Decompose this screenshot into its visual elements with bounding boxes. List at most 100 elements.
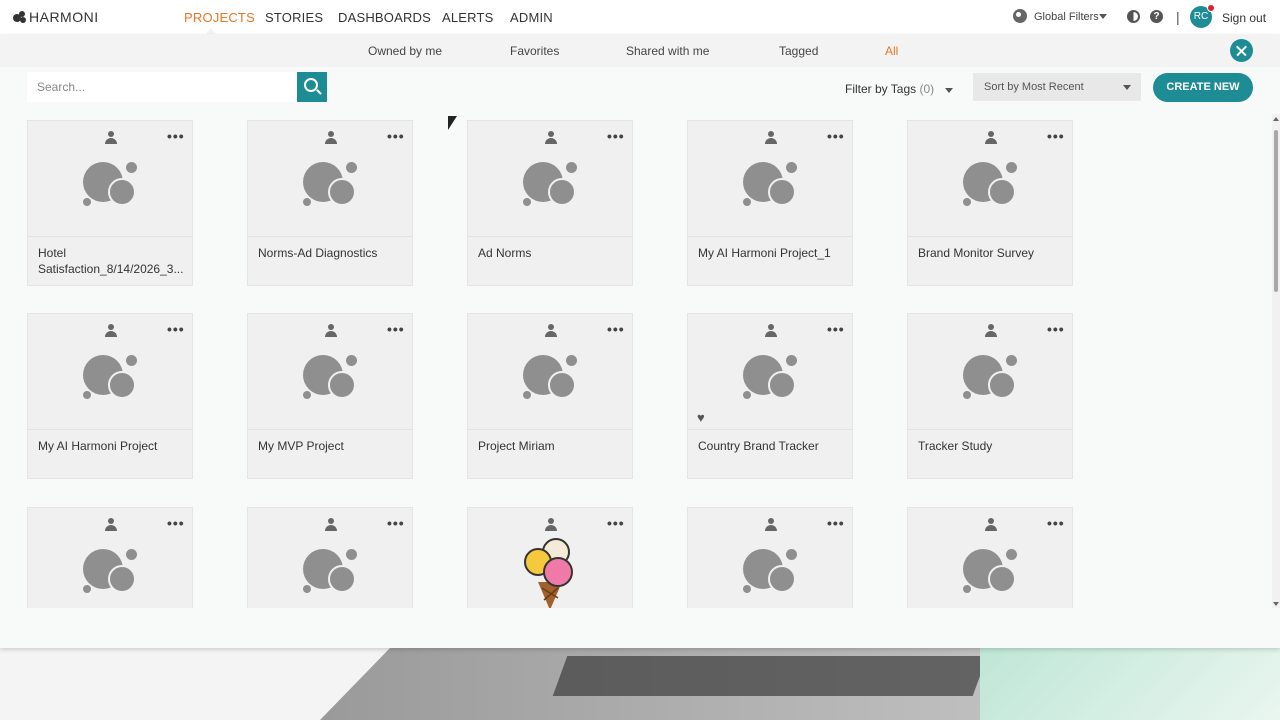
bubbles-icon bbox=[83, 545, 143, 595]
project-card[interactable]: ••• Brand Monitor Survey bbox=[907, 120, 1073, 286]
sign-out-link[interactable]: Sign out bbox=[1222, 11, 1266, 25]
top-navigation: HARMONI PROJECTS STORIES DASHBOARDS ALER… bbox=[0, 0, 1280, 34]
projects-panel: Owned by me Favorites Shared with me Tag… bbox=[0, 34, 1280, 648]
project-title[interactable]: Ad Norms bbox=[478, 245, 628, 261]
project-thumbnail[interactable]: ••• bbox=[908, 121, 1072, 237]
more-dots-icon[interactable]: ••• bbox=[1047, 515, 1065, 531]
bubbles-icon bbox=[83, 158, 143, 208]
nav-admin[interactable]: ADMIN bbox=[510, 10, 553, 25]
tab-owned-by-me[interactable]: Owned by me bbox=[368, 44, 442, 58]
project-thumbnail[interactable]: ••• bbox=[688, 508, 852, 608]
project-card[interactable]: ••• bbox=[27, 507, 193, 608]
filter-by-tags-dropdown[interactable]: Filter by Tags (0) bbox=[845, 82, 934, 96]
chevron-down-icon[interactable] bbox=[945, 88, 953, 93]
tab-tagged[interactable]: Tagged bbox=[779, 44, 818, 58]
bubbles-icon bbox=[743, 158, 803, 208]
project-card[interactable]: ••• Ad Norms bbox=[467, 120, 633, 286]
project-card[interactable]: ••• ♥ Country Brand Tracker bbox=[687, 313, 853, 479]
project-thumbnail[interactable]: ••• bbox=[28, 508, 192, 608]
nav-projects[interactable]: PROJECTS bbox=[184, 10, 255, 25]
project-card[interactable]: ••• My AI Harmoni Project bbox=[27, 313, 193, 479]
help-icon[interactable]: ? bbox=[1150, 10, 1163, 23]
heart-icon[interactable]: ♥ bbox=[697, 410, 705, 425]
project-title[interactable]: Project Miriam bbox=[478, 438, 628, 454]
contrast-toggle-icon[interactable] bbox=[1127, 10, 1140, 23]
more-dots-icon[interactable]: ••• bbox=[607, 321, 625, 337]
project-card[interactable]: ••• Norms-Ad Diagnostics bbox=[247, 120, 413, 286]
project-title[interactable]: Norms-Ad Diagnostics bbox=[258, 245, 408, 261]
harmoni-logo[interactable]: HARMONI bbox=[13, 9, 99, 25]
project-card[interactable]: ••• bbox=[247, 507, 413, 608]
search-input[interactable] bbox=[27, 72, 297, 102]
scroll-up-arrow[interactable] bbox=[1273, 117, 1279, 121]
project-thumbnail[interactable]: ••• bbox=[908, 508, 1072, 608]
project-card[interactable]: ••• Hotel Satisfaction_8/14/2026_3... bbox=[27, 120, 193, 286]
chevron-down-icon[interactable] bbox=[1123, 85, 1131, 90]
more-dots-icon[interactable]: ••• bbox=[387, 515, 405, 531]
scrollbar-thumb[interactable] bbox=[1274, 130, 1278, 292]
scroll-down-arrow[interactable] bbox=[1273, 602, 1279, 606]
more-dots-icon[interactable]: ••• bbox=[387, 321, 405, 337]
person-icon bbox=[985, 324, 997, 337]
more-dots-icon[interactable]: ••• bbox=[607, 515, 625, 531]
tab-shared-with-me[interactable]: Shared with me bbox=[626, 44, 709, 58]
project-title[interactable]: Tracker Study bbox=[918, 438, 1068, 454]
project-card[interactable]: ••• Project Miriam bbox=[467, 313, 633, 479]
notification-dot bbox=[1207, 4, 1215, 12]
project-thumbnail[interactable]: ••• bbox=[468, 314, 632, 430]
more-dots-icon[interactable]: ••• bbox=[1047, 321, 1065, 337]
bubbles-icon bbox=[303, 545, 363, 595]
project-thumbnail[interactable]: ••• bbox=[908, 314, 1072, 430]
create-new-button[interactable]: CREATE NEW bbox=[1153, 73, 1253, 102]
person-icon bbox=[545, 131, 557, 144]
more-dots-icon[interactable]: ••• bbox=[607, 128, 625, 144]
project-thumbnail[interactable]: ••• bbox=[248, 121, 412, 237]
nav-alerts[interactable]: ALERTS bbox=[442, 10, 494, 25]
search-button[interactable] bbox=[297, 72, 327, 102]
heart-icon[interactable]: ♥ bbox=[477, 604, 485, 608]
project-thumbnail[interactable]: ••• bbox=[248, 508, 412, 608]
project-title[interactable]: My AI Harmoni Project_1 bbox=[698, 245, 848, 261]
global-filters-button[interactable]: Global Filters bbox=[1034, 11, 1099, 23]
project-thumbnail[interactable]: ••• bbox=[468, 121, 632, 237]
more-dots-icon[interactable]: ••• bbox=[827, 515, 845, 531]
more-dots-icon[interactable]: ••• bbox=[167, 128, 185, 144]
person-icon bbox=[105, 324, 117, 337]
more-dots-icon[interactable]: ••• bbox=[387, 128, 405, 144]
close-button[interactable] bbox=[1230, 39, 1253, 62]
project-thumbnail[interactable]: ••• bbox=[28, 121, 192, 237]
project-title[interactable]: My AI Harmoni Project bbox=[38, 438, 188, 454]
project-title[interactable]: My MVP Project bbox=[258, 438, 408, 454]
project-thumbnail[interactable]: ••• ♥ bbox=[468, 508, 632, 608]
person-icon bbox=[985, 131, 997, 144]
tab-all[interactable]: All bbox=[885, 44, 898, 58]
nav-stories[interactable]: STORIES bbox=[265, 10, 323, 25]
project-title[interactable]: Brand Monitor Survey bbox=[918, 245, 1068, 261]
project-card[interactable]: ••• My AI Harmoni Project_1 bbox=[687, 120, 853, 286]
project-card[interactable]: ••• ♥ bbox=[467, 507, 633, 608]
sort-select[interactable]: Sort by Most Recent bbox=[973, 73, 1141, 101]
project-card[interactable]: ••• bbox=[687, 507, 853, 608]
chevron-down-icon[interactable] bbox=[1099, 14, 1107, 19]
project-card[interactable]: ••• bbox=[907, 507, 1073, 608]
bubbles-icon bbox=[963, 545, 1023, 595]
project-title[interactable]: Country Brand Tracker bbox=[698, 438, 848, 454]
more-dots-icon[interactable]: ••• bbox=[827, 321, 845, 337]
filter-label: Filter by Tags bbox=[845, 82, 917, 96]
project-thumbnail[interactable]: ••• bbox=[688, 121, 852, 237]
more-dots-icon[interactable]: ••• bbox=[167, 321, 185, 337]
project-thumbnail[interactable]: ••• bbox=[28, 314, 192, 430]
person-icon bbox=[545, 518, 557, 531]
more-dots-icon[interactable]: ••• bbox=[167, 515, 185, 531]
project-thumbnail[interactable]: ••• ♥ bbox=[688, 314, 852, 430]
more-dots-icon[interactable]: ••• bbox=[827, 128, 845, 144]
project-title[interactable]: Hotel Satisfaction_8/14/2026_3... bbox=[38, 245, 188, 277]
background-image bbox=[0, 648, 1280, 720]
project-thumbnail[interactable]: ••• bbox=[248, 314, 412, 430]
project-card[interactable]: ••• My MVP Project bbox=[247, 313, 413, 479]
globe-icon[interactable] bbox=[1013, 9, 1027, 23]
nav-dashboards[interactable]: DASHBOARDS bbox=[338, 10, 431, 25]
more-dots-icon[interactable]: ••• bbox=[1047, 128, 1065, 144]
project-card[interactable]: ••• Tracker Study bbox=[907, 313, 1073, 479]
tab-favorites[interactable]: Favorites bbox=[510, 44, 559, 58]
